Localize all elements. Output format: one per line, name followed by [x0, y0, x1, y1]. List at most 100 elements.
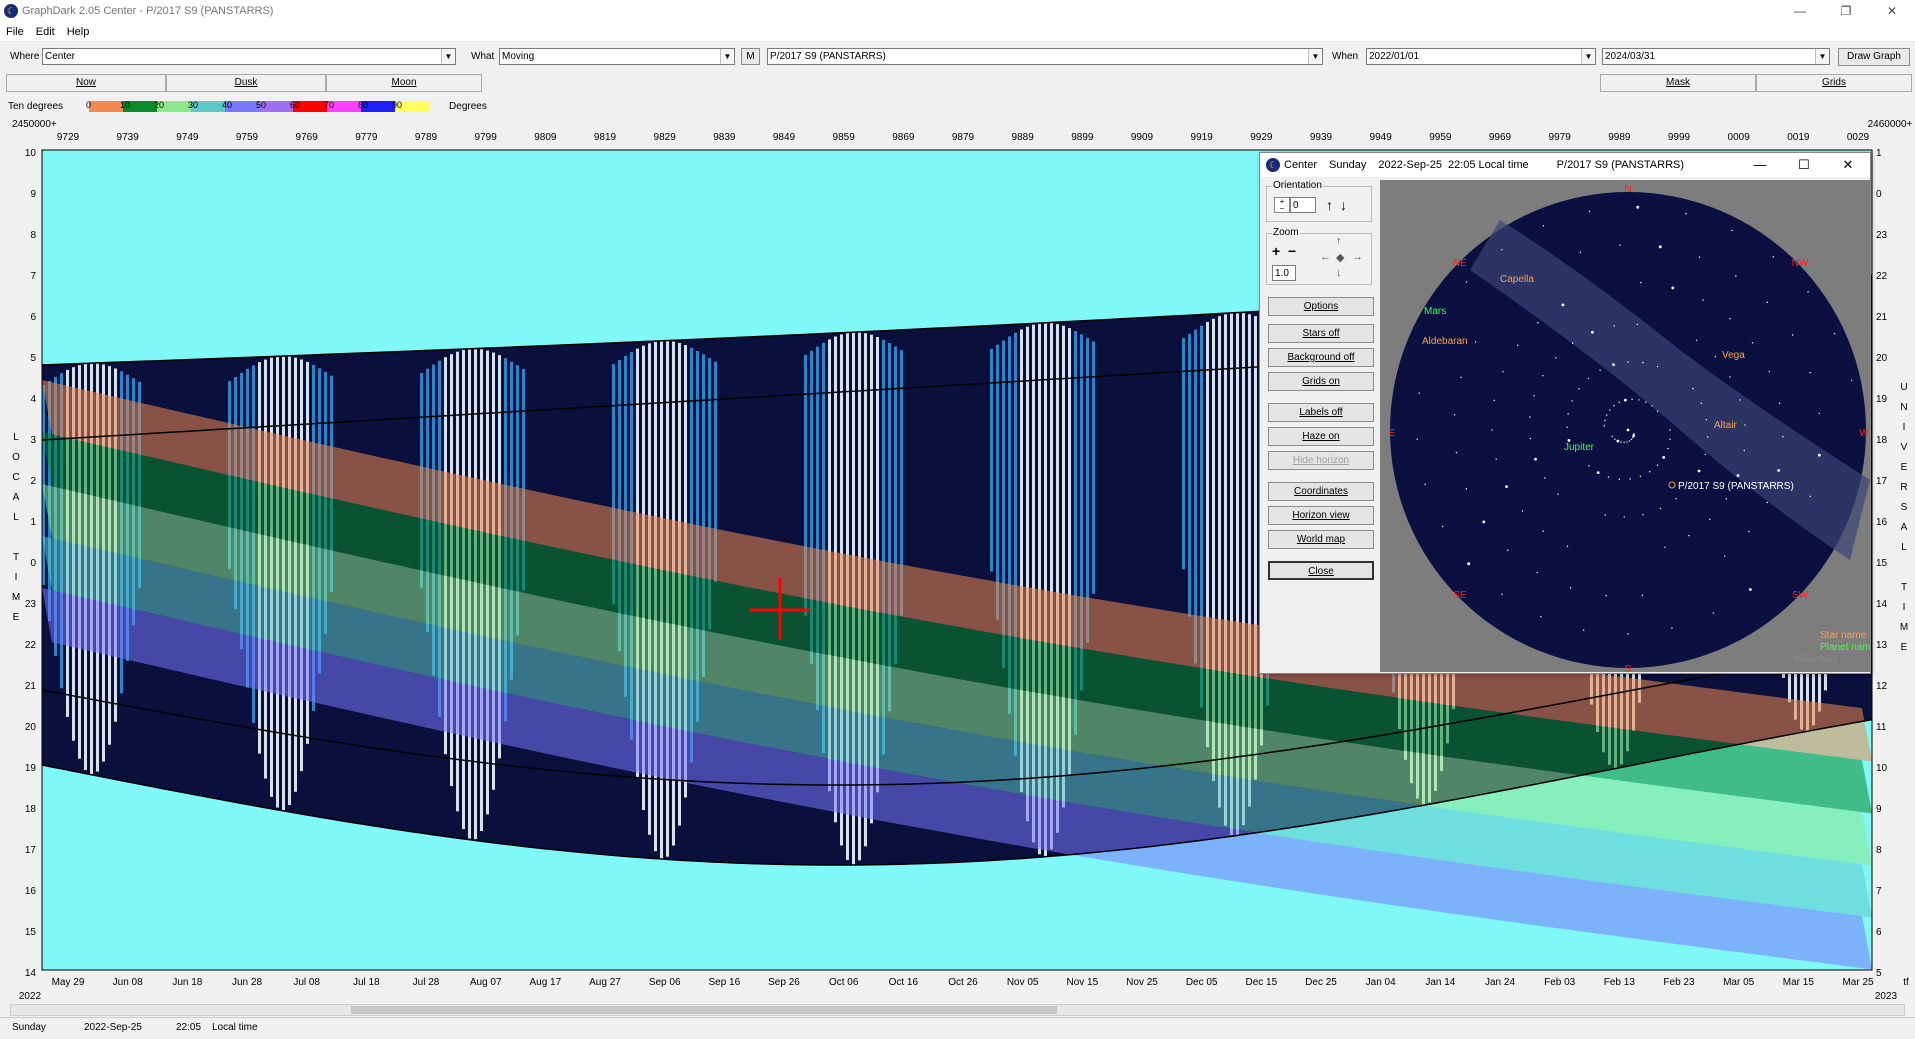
- jd-tick: 9999: [1668, 132, 1691, 143]
- tab-dusk[interactable]: Dusk: [166, 74, 326, 92]
- down-arrow-icon[interactable]: ↓: [1340, 197, 1347, 213]
- tab-now[interactable]: Now: [6, 74, 166, 92]
- star-dot: [1618, 401, 1620, 404]
- star-dot: [1632, 436, 1634, 439]
- close-button[interactable]: Close: [1268, 561, 1374, 580]
- right-hour-tick: 1: [1876, 148, 1882, 159]
- chevron-down-icon[interactable]: ▼: [1581, 49, 1595, 64]
- left-hour-tick: 7: [30, 271, 36, 282]
- sky-view-object: P/2017 S9 (PANSTARRS): [1556, 159, 1685, 171]
- chevron-down-icon[interactable]: ▼: [1308, 49, 1322, 64]
- maximize-button[interactable]: ☐: [1782, 153, 1826, 177]
- left-axis-letter: L: [13, 432, 19, 443]
- star-dot: [1791, 334, 1794, 336]
- m-button[interactable]: M: [741, 48, 760, 65]
- hide-horizon-button[interactable]: Hide horizon: [1268, 451, 1374, 470]
- grids-on-button[interactable]: Grids on: [1268, 372, 1374, 391]
- jd-tick: 9799: [475, 132, 498, 143]
- star-dot: [1766, 501, 1768, 504]
- what-select[interactable]: Moving ▼: [499, 48, 735, 65]
- minimize-button[interactable]: —: [1738, 153, 1782, 177]
- horizontal-scrollbar[interactable]: [10, 1004, 1905, 1016]
- jd-tick: 0019: [1787, 132, 1810, 143]
- jd-tick: 9729: [57, 132, 80, 143]
- jd-tick: 9909: [1131, 132, 1154, 143]
- legend-tick: 70: [324, 99, 335, 110]
- date-tick: Jul 18: [353, 977, 380, 988]
- stars-off-button[interactable]: Stars off: [1268, 324, 1374, 343]
- star-dot: [1416, 438, 1418, 440]
- star-dot: [1751, 342, 1754, 344]
- orientation-input[interactable]: 0: [1290, 197, 1316, 213]
- star-dot: [1850, 379, 1853, 382]
- menu-file[interactable]: File: [6, 26, 24, 38]
- date-tick: Dec 15: [1245, 977, 1277, 988]
- sky-chart[interactable]: N NE NW E W SE SW S Capella Aldebaran Vega Altair Ma…: [1380, 180, 1870, 672]
- star-dot: [1455, 451, 1458, 454]
- zoom-in-icon[interactable]: +: [1272, 243, 1280, 259]
- rotate-icon[interactable]: + −: [1274, 197, 1290, 213]
- jd-prefix-left: 2450000+: [12, 119, 57, 130]
- chevron-down-icon[interactable]: ▼: [441, 49, 455, 64]
- coordinates-button[interactable]: Coordinates: [1268, 482, 1374, 501]
- maximize-button[interactable]: ❐: [1823, 0, 1869, 22]
- right-hour-tick: 17: [1876, 476, 1888, 487]
- menu-edit[interactable]: Edit: [36, 26, 55, 38]
- haze-on-button[interactable]: Haze on: [1268, 427, 1374, 446]
- end-date-select[interactable]: 2024/03/31 ▼: [1602, 48, 1830, 65]
- star-dot: [1656, 410, 1659, 412]
- zoom-input[interactable]: 1.0: [1272, 265, 1296, 281]
- chevron-down-icon[interactable]: ▼: [1815, 49, 1829, 64]
- zoom-out-icon[interactable]: −: [1288, 243, 1296, 259]
- star-dot: [1614, 438, 1616, 440]
- where-select[interactable]: Center ▼: [42, 48, 456, 65]
- compass-e: E: [1389, 428, 1396, 439]
- right-axis-letter: I: [1903, 422, 1906, 433]
- app-logo-icon: ☾: [1266, 158, 1280, 172]
- left-hour-tick: 20: [25, 722, 37, 733]
- star-dot: [1735, 275, 1737, 277]
- right-axis-letter: R: [1900, 482, 1907, 493]
- object-select[interactable]: P/2017 S9 (PANSTARRS) ▼: [767, 48, 1323, 65]
- legend-planet-name: Planet name: [1820, 642, 1870, 653]
- star-dot: [1702, 299, 1704, 301]
- star-dot: [1579, 251, 1582, 253]
- menu-help[interactable]: Help: [67, 26, 90, 38]
- minimize-button[interactable]: —: [1777, 0, 1823, 22]
- tab-mask[interactable]: Mask: [1600, 74, 1756, 92]
- status-time: 22:05: [176, 1022, 202, 1033]
- scrollbar-thumb[interactable]: [351, 1006, 1057, 1014]
- draw-graph-button[interactable]: Draw Graph: [1838, 48, 1910, 66]
- start-date-select[interactable]: 2022/01/01 ▼: [1366, 48, 1596, 65]
- options-button[interactable]: Options: [1268, 297, 1374, 316]
- compass-sw: SW: [1792, 590, 1809, 601]
- chevron-down-icon[interactable]: ▼: [720, 49, 734, 64]
- jd-tick: 9949: [1370, 132, 1393, 143]
- close-button[interactable]: ✕: [1869, 0, 1915, 22]
- date-tick: Jan 14: [1425, 977, 1455, 988]
- labels-off-button[interactable]: Labels off: [1268, 403, 1374, 422]
- world-map-button[interactable]: World map: [1268, 530, 1374, 549]
- star-dot: [1616, 439, 1620, 443]
- legend-tick: 40: [222, 99, 233, 110]
- star-dot: [1501, 593, 1503, 595]
- star-dot: [1772, 256, 1774, 258]
- pan-arrows-icon[interactable]: ↑ ← ◆ → ↓: [1318, 235, 1366, 283]
- star-dot: [1818, 412, 1820, 414]
- background-off-button[interactable]: Background off: [1268, 348, 1374, 367]
- up-arrow-icon[interactable]: ↑: [1326, 197, 1333, 213]
- horizon-view-button[interactable]: Horizon view: [1268, 506, 1374, 525]
- star-dot: [1533, 395, 1535, 397]
- close-icon[interactable]: ✕: [1826, 153, 1870, 177]
- tab-moon[interactable]: Moon: [326, 74, 482, 92]
- date-tick: Sep 06: [649, 977, 681, 988]
- star-dot: [1529, 416, 1531, 418]
- left-hour-tick: 16: [25, 886, 37, 897]
- right-hour-tick: 0: [1876, 189, 1882, 200]
- star-dot: [1536, 571, 1538, 574]
- tab-grids[interactable]: Grids: [1756, 74, 1912, 92]
- legend-tick: 90: [392, 99, 403, 110]
- what-label: What: [471, 51, 495, 62]
- star-dot: [1645, 401, 1647, 403]
- star-dot: [1495, 458, 1497, 460]
